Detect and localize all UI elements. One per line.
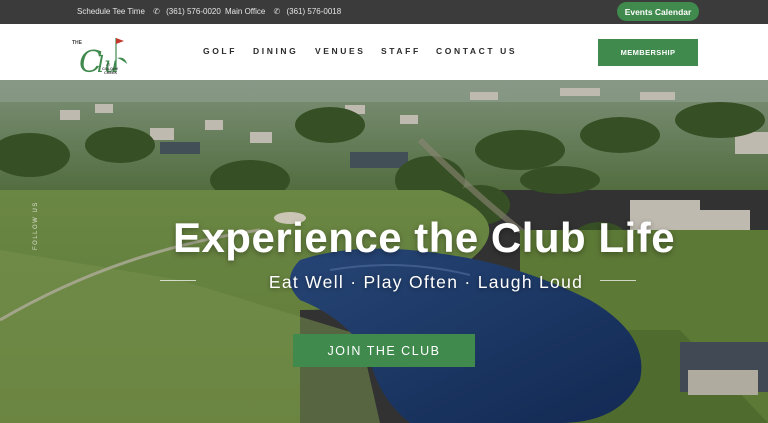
site-logo[interactable]: THE C lu AT COLONY CREEK xyxy=(68,28,138,80)
nav-dining[interactable]: DINING xyxy=(253,46,298,56)
nav-venues[interactable]: VENUES xyxy=(315,46,366,56)
tee-time-phone[interactable]: (361) 576-0020 xyxy=(166,7,221,16)
office-phone[interactable]: (361) 576-0018 xyxy=(286,7,341,16)
hero-section: FOLLOW US Experience the Club Life Eat W… xyxy=(0,80,768,423)
nav-golf[interactable]: GOLF xyxy=(203,46,237,56)
subtitle-divider-right xyxy=(600,280,636,281)
join-the-club-button[interactable]: JOIN THE CLUB xyxy=(293,334,475,367)
hero-title: Experience the Club Life xyxy=(172,214,676,261)
membership-button[interactable]: MEMBERSHIP xyxy=(598,39,698,66)
nav-staff[interactable]: STAFF xyxy=(381,46,421,56)
club-logo-icon: THE C lu AT COLONY CREEK xyxy=(72,38,127,80)
phone-icon: ✆ xyxy=(273,7,281,16)
hero-subtitle: Eat Well · Play Often · Laugh Loud xyxy=(268,272,584,292)
tee-time-contact[interactable]: Schedule Tee Time ✆ (361) 576-0020 xyxy=(77,7,221,16)
site-header: THE C lu AT COLONY CREEK GOLF DINING VEN… xyxy=(0,24,768,80)
svg-text:CREEK: CREEK xyxy=(104,71,118,75)
office-label[interactable]: Main Office xyxy=(225,7,265,16)
subtitle-divider-left xyxy=(160,280,196,281)
events-calendar-button[interactable]: Events Calendar xyxy=(617,2,699,21)
office-contact[interactable]: Main Office ✆ (361) 576-0018 xyxy=(225,7,341,16)
topbar: Schedule Tee Time ✆ (361) 576-0020 Main … xyxy=(0,0,768,24)
nav-contact-us[interactable]: CONTACT US xyxy=(436,46,517,56)
tee-time-label[interactable]: Schedule Tee Time xyxy=(77,7,145,16)
phone-icon: ✆ xyxy=(153,7,160,16)
